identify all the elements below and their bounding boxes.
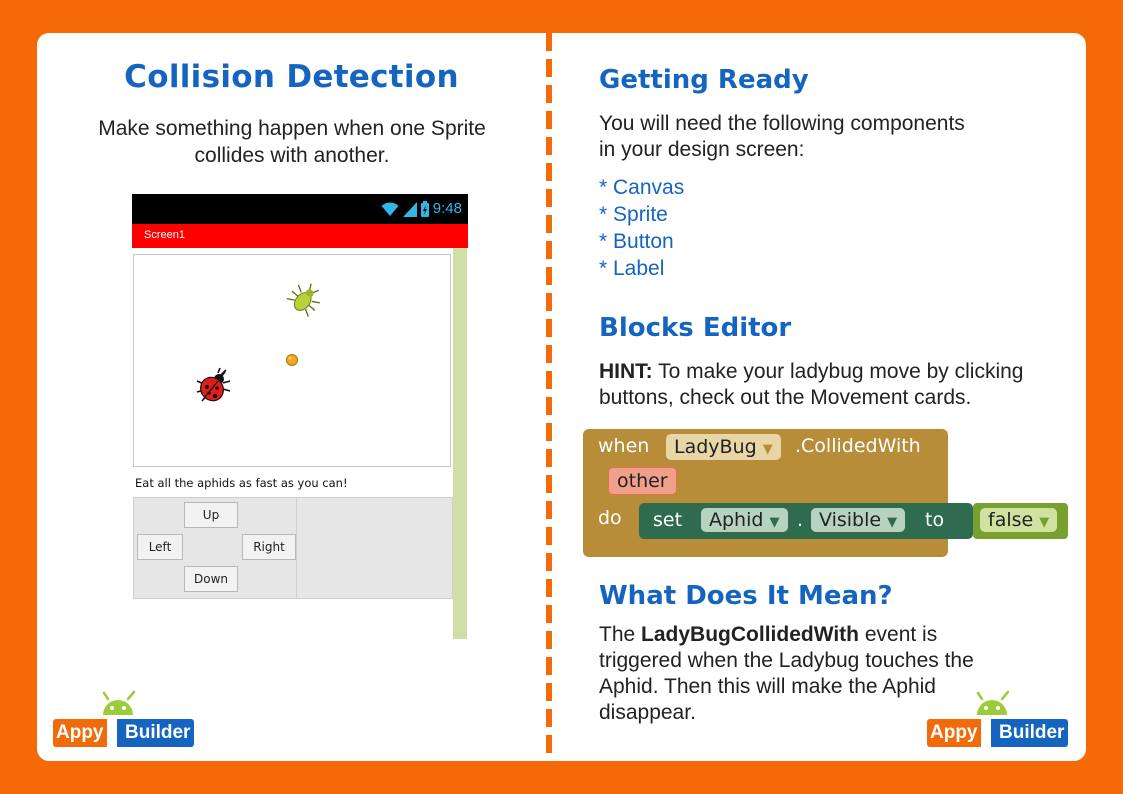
getting-ready-heading: Getting Ready	[599, 65, 809, 95]
component-item-label: * Label	[599, 257, 665, 280]
dropdown-arrow-icon: ▼	[887, 515, 898, 530]
scrollbar[interactable]	[453, 248, 467, 639]
dashed-divider	[546, 33, 552, 761]
worksheet-card: Collision Detection Make something happe…	[37, 33, 1086, 761]
component-dropdown[interactable]: LadyBug ▼	[666, 434, 781, 460]
signal-icon	[402, 201, 417, 217]
aphid-sprite-icon[interactable]	[286, 282, 322, 318]
dropdown-arrow-icon: ▼	[1039, 515, 1050, 530]
app-title-bar: Screen1	[132, 224, 468, 248]
meaning-line4: disappear.	[599, 701, 696, 724]
hint-line1: HINT: To make your ladybug move by click…	[599, 359, 1023, 385]
battery-icon	[420, 200, 429, 217]
up-button[interactable]: Up	[184, 502, 238, 528]
component-item-canvas: * Canvas	[599, 176, 685, 199]
meaning-line1-rest: event is	[859, 623, 938, 646]
appybuilder-logo-right: Appy Builder	[927, 689, 1072, 747]
target-name: Aphid	[709, 509, 764, 531]
dropdown-arrow-icon: ▼	[769, 515, 780, 530]
status-bar: 9:48	[132, 194, 468, 224]
canvas-caption-label: Eat all the aphids as fast as you can!	[135, 476, 348, 490]
screen-title: Screen1	[144, 229, 185, 241]
property-name: Visible	[819, 509, 882, 531]
right-button[interactable]: Right	[242, 534, 296, 560]
android-robot-icon	[102, 690, 136, 715]
ladybug-sprite-icon[interactable]	[194, 367, 234, 407]
hint-text: To make your ladybug move by clicking	[652, 360, 1024, 383]
food-sprite-icon[interactable]	[285, 353, 299, 367]
clock: 9:48	[432, 200, 462, 217]
game-canvas[interactable]	[133, 254, 451, 467]
event-name-bold: LadyBugCollidedWith	[641, 623, 859, 646]
page-subtitle: Make something happen when one Sprite co…	[98, 117, 486, 167]
block-dot: .	[797, 509, 804, 531]
block-set-label: set	[653, 509, 683, 531]
collided-with-block[interactable]: when LadyBug ▼ .CollidedWith other do se…	[583, 429, 1073, 564]
component-item-button: * Button	[599, 230, 674, 253]
component-item-sprite: * Sprite	[599, 203, 668, 226]
logo-builder-text: Builder	[117, 719, 195, 747]
button-table: Up Left Right Down	[134, 498, 297, 598]
android-robot-icon	[976, 690, 1010, 715]
block-do-label: do	[598, 507, 622, 529]
set-block[interactable]	[639, 503, 973, 539]
block-when-label: when	[598, 435, 650, 457]
target-dropdown[interactable]: Aphid ▼	[701, 508, 788, 532]
logo-appy-text: Appy	[53, 719, 107, 747]
false-dropdown[interactable]: false ▼	[980, 508, 1058, 532]
logo-appy-text: Appy	[927, 719, 981, 747]
appybuilder-logo-left: Appy Builder	[53, 689, 198, 747]
meaning-line2: triggered when the Ladybug touches the	[599, 649, 974, 672]
blocks-editor-heading: Blocks Editor	[599, 313, 792, 343]
left-button[interactable]: Left	[137, 534, 183, 560]
getting-ready-intro-line2: in your design screen:	[599, 138, 805, 161]
param-other[interactable]: other	[608, 467, 677, 495]
button-arrangement: Up Left Right Down	[133, 497, 453, 599]
phone-screenshot: 9:48 Screen1 Eat all the aphids as fast …	[132, 194, 468, 639]
meaning-line1: The LadyBugCollidedWith event is	[599, 622, 937, 648]
component-name: LadyBug	[674, 436, 757, 458]
false-value: false	[988, 509, 1034, 531]
hint-label: HINT:	[599, 360, 653, 383]
down-button[interactable]: Down	[184, 566, 238, 592]
meaning-heading: What Does It Mean?	[599, 581, 893, 611]
hint-line2: buttons, check out the Movement cards.	[599, 386, 972, 409]
block-event-name: .CollidedWith	[795, 435, 921, 457]
meaning-prefix: The	[599, 623, 642, 646]
getting-ready-intro-line1: You will need the following components	[599, 112, 965, 135]
page-title: Collision Detection	[124, 59, 459, 95]
logo-builder-text: Builder	[991, 719, 1069, 747]
property-dropdown[interactable]: Visible ▼	[811, 508, 906, 532]
wifi-icon	[381, 201, 399, 216]
block-to-label: to	[925, 509, 945, 531]
dropdown-arrow-icon: ▼	[762, 442, 773, 457]
meaning-line3: Aphid. Then this will make the Aphid	[599, 675, 936, 698]
